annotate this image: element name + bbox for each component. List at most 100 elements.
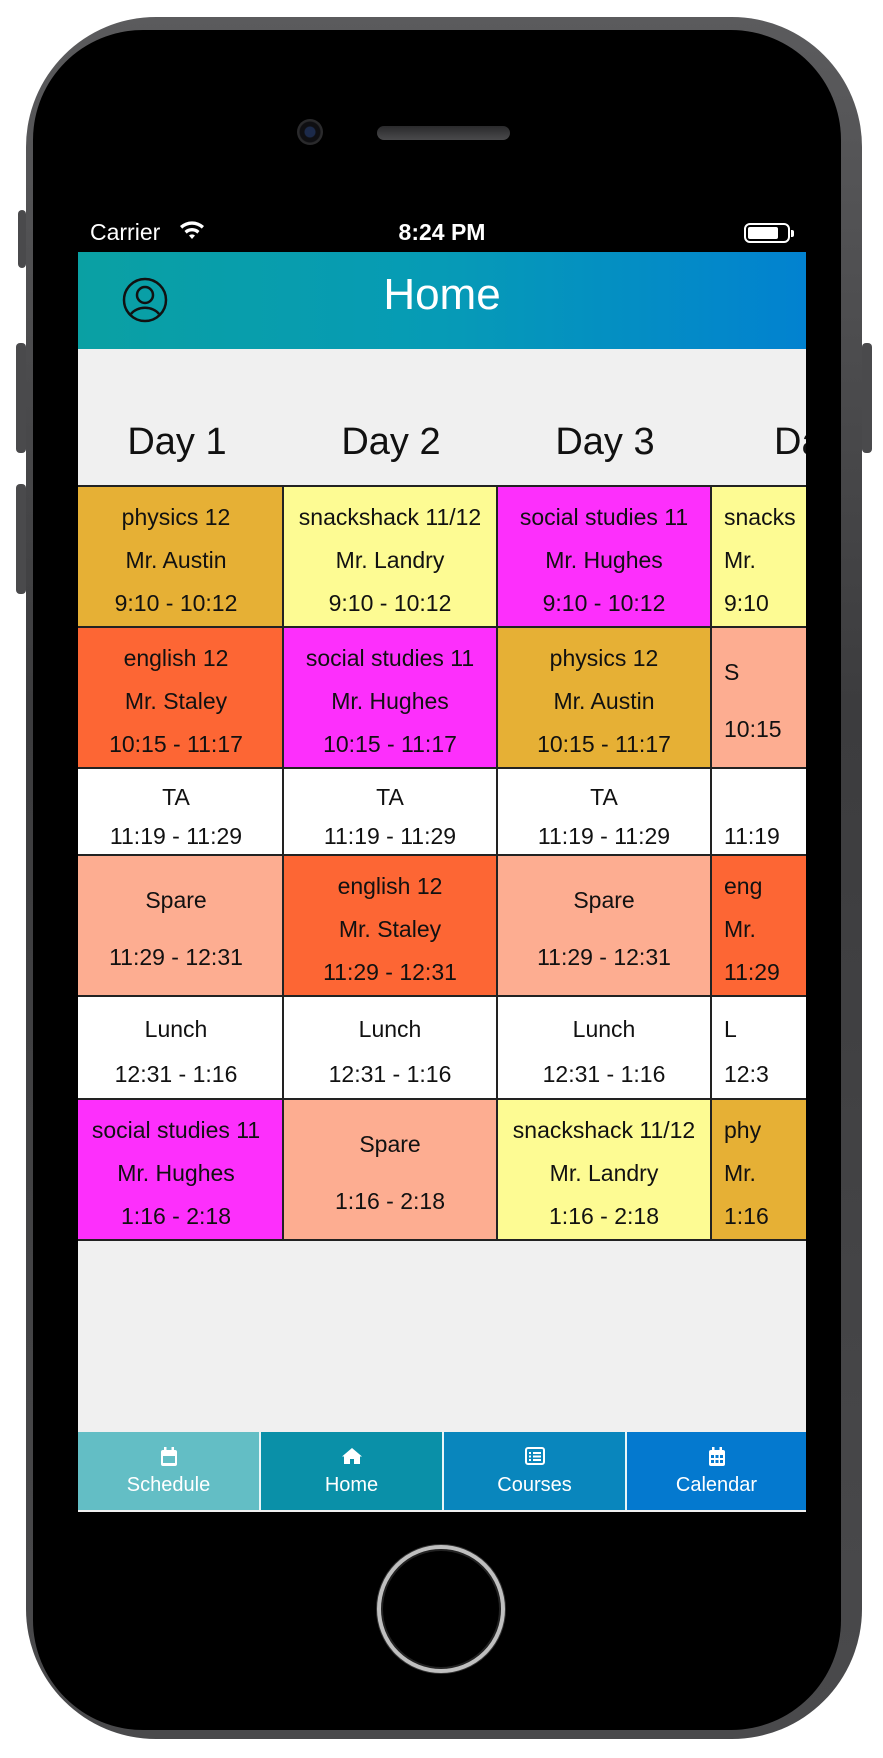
cell-course: TA: [376, 784, 404, 810]
cell-time: 9:10 - 10:12: [114, 590, 238, 616]
cell-time: 11:19 - 11:29: [323, 823, 457, 849]
home-button[interactable]: [377, 1545, 505, 1673]
cell-teacher: Mr. Hughes: [331, 688, 449, 714]
cell-course: Lunch: [572, 1016, 636, 1042]
schedule-cell[interactable]: TA 11:19 - 11:29: [78, 769, 284, 856]
status-bar: Carrier 8:24 PM: [78, 212, 806, 252]
cell-course: english 12: [123, 645, 229, 671]
tab-label-home: Home: [324, 1474, 379, 1496]
cell-course: snacks: [724, 504, 796, 530]
cell-time: 12:31 - 1:16: [114, 1061, 238, 1087]
cell-course: physics 12: [121, 504, 231, 530]
cell-course: Spare: [573, 887, 635, 913]
bottom-tab-bar: Schedule Home Courses Calendar: [78, 1432, 806, 1510]
cell-time: 10:15 - 11:17: [323, 731, 457, 757]
cell-course: physics 12: [549, 645, 659, 671]
volume-down-button: [16, 484, 26, 594]
page-title: Home: [383, 270, 501, 319]
cell-time: 11:29 - 12:31: [323, 959, 457, 985]
cell-course: Lunch: [358, 1016, 422, 1042]
cell-teacher: Mr. Landry: [549, 1160, 659, 1186]
day-header-4: Da: [774, 421, 806, 463]
schedule-cell[interactable]: Spare 11:29 - 12:31: [498, 856, 712, 997]
schedule-cell[interactable]: L 12:3: [712, 997, 806, 1100]
app-header: Home: [78, 252, 806, 349]
home-icon: [341, 1448, 362, 1464]
cell-time: 9:10 - 10:12: [542, 590, 666, 616]
schedule-cell[interactable]: english 12 Mr. Staley 11:29 - 12:31: [284, 856, 498, 997]
cell-course: eng: [724, 873, 763, 899]
cell-teacher: Mr.: [724, 547, 756, 573]
schedule-cell[interactable]: TA 11:19 - 11:29: [284, 769, 498, 856]
cell-course: snackshack 11/12: [298, 504, 482, 530]
cell-teacher: Mr.: [724, 916, 756, 942]
cell-time: 11:29: [724, 959, 780, 985]
schedule-cell[interactable]: physics 12 Mr. Austin 9:10 - 10:12: [78, 487, 284, 628]
cell-time: 9:10: [724, 590, 769, 616]
status-time: 8:24 PM: [398, 219, 486, 245]
cell-teacher: Mr. Hughes: [117, 1160, 235, 1186]
calendar-day-icon: [160, 1447, 177, 1466]
tab-label-calendar: Calendar: [675, 1474, 758, 1496]
schedule-cell[interactable]: TA 11:19 - 11:29: [498, 769, 712, 856]
schedule-cell[interactable]: snackshack 11/12 Mr. Landry 1:16 - 2:18: [498, 1100, 712, 1241]
schedule-cell[interactable]: Spare 1:16 - 2:18: [284, 1100, 498, 1241]
tab-schedule[interactable]: Schedule: [78, 1432, 259, 1510]
earpiece-speaker: [377, 126, 510, 140]
cell-time: 11:19 - 11:29: [109, 823, 243, 849]
cell-course: english 12: [337, 873, 443, 899]
cell-course: phy: [724, 1117, 762, 1143]
cell-course: snackshack 11/12: [512, 1117, 696, 1143]
day-header-3: Day 3: [555, 421, 655, 463]
schedule-cell[interactable]: Spare 11:29 - 12:31: [78, 856, 284, 997]
cell-time: 11:19: [724, 823, 780, 849]
schedule-cell[interactable]: snacks Mr. 9:10: [712, 487, 806, 628]
cell-time: 12:3: [724, 1061, 769, 1087]
schedule-cell[interactable]: social studies 11 Mr. Hughes 1:16 - 2:18: [78, 1100, 284, 1241]
schedule-cell[interactable]: Lunch 12:31 - 1:16: [498, 997, 712, 1100]
volume-up-button: [16, 343, 26, 453]
schedule-cell[interactable]: social studies 11 Mr. Hughes 10:15 - 11:17: [284, 628, 498, 769]
schedule-cell[interactable]: 11:19: [712, 769, 806, 856]
app-screen: Carrier 8:24 PM Home Day 1 Day 2 Day 3 D…: [78, 212, 806, 1512]
schedule-cell[interactable]: S 10:15: [712, 628, 806, 769]
schedule-cell[interactable]: social studies 11 Mr. Hughes 9:10 - 10:12: [498, 487, 712, 628]
cell-teacher: Mr.: [724, 1160, 756, 1186]
schedule-cell[interactable]: Lunch 12:31 - 1:16: [284, 997, 498, 1100]
cell-teacher: Mr. Austin: [553, 688, 655, 714]
tab-home[interactable]: Home: [261, 1432, 442, 1510]
calendar-grid-icon: [708, 1447, 725, 1466]
cell-teacher: Mr. Staley: [338, 916, 442, 942]
cell-course: social studies 11: [305, 645, 475, 671]
cell-time: 1:16 - 2:18: [335, 1188, 445, 1214]
list-icon: [524, 1447, 545, 1465]
schedule-grid[interactable]: Day 1 Day 2 Day 3 Da physics 12 Mr. Austi…: [78, 349, 806, 1432]
cell-time: 11:29 - 12:31: [537, 944, 671, 970]
battery-icon: [744, 223, 794, 243]
cell-time: 1:16 - 2:18: [121, 1203, 231, 1229]
tab-label-schedule: Schedule: [126, 1474, 211, 1496]
cell-course: social studies 11: [91, 1117, 261, 1143]
cell-course: S: [724, 659, 740, 685]
schedule-cell[interactable]: physics 12 Mr. Austin 10:15 - 11:17: [498, 628, 712, 769]
schedule-cell[interactable]: snackshack 11/12 Mr. Landry 9:10 - 10:12: [284, 487, 498, 628]
cell-time: 9:10 - 10:12: [328, 590, 452, 616]
cell-course: Lunch: [144, 1016, 208, 1042]
schedule-cell[interactable]: english 12 Mr. Staley 10:15 - 11:17: [78, 628, 284, 769]
schedule-cell[interactable]: Lunch 12:31 - 1:16: [78, 997, 284, 1100]
cell-time: 10:15: [724, 716, 782, 742]
cell-time: 10:15 - 11:17: [537, 731, 671, 757]
cell-time: 10:15 - 11:17: [109, 731, 243, 757]
tab-courses[interactable]: Courses: [444, 1432, 625, 1510]
cell-time: 11:19 - 11:29: [537, 823, 671, 849]
day-header-1: Day 1: [127, 421, 227, 463]
cell-time: 12:31 - 1:16: [328, 1061, 452, 1087]
power-button: [862, 343, 872, 453]
cell-time: 1:16: [724, 1203, 769, 1229]
cell-time: 12:31 - 1:16: [542, 1061, 666, 1087]
tab-calendar[interactable]: Calendar: [627, 1432, 806, 1510]
cell-teacher: Mr. Austin: [125, 547, 227, 573]
front-camera: [297, 119, 323, 145]
schedule-cell[interactable]: eng Mr. 11:29: [712, 856, 806, 997]
schedule-cell[interactable]: phy Mr. 1:16: [712, 1100, 806, 1241]
